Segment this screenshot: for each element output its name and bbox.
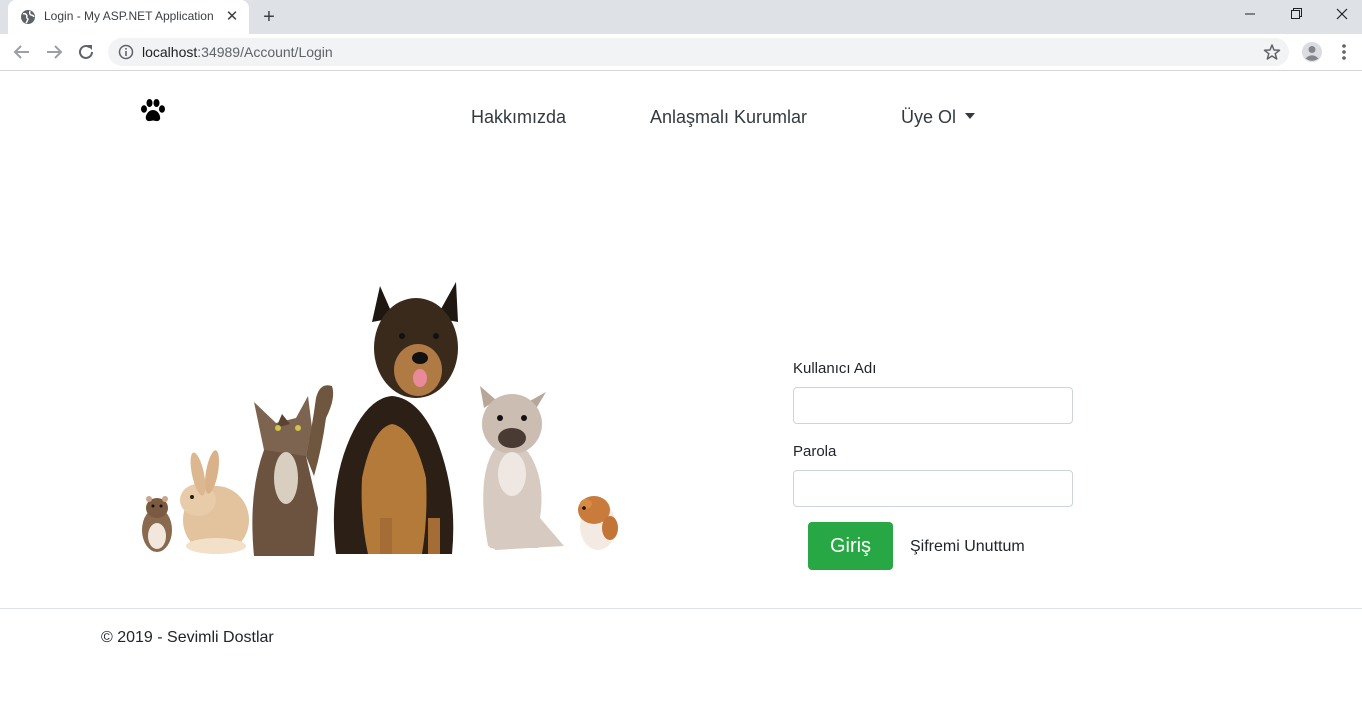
url-path: :34989/Account/Login: [197, 44, 333, 60]
restore-icon[interactable]: [1273, 0, 1319, 32]
hamster-right-image: [578, 496, 618, 550]
hamster-left-image: [142, 496, 172, 552]
forgot-password-link[interactable]: Şifremi Unuttum: [910, 538, 1025, 556]
browser-tabstrip: Login - My ASP.NET Application ✕ +: [0, 0, 1362, 34]
close-icon[interactable]: ✕: [224, 9, 240, 25]
login-button[interactable]: Giriş: [808, 522, 893, 570]
reload-icon[interactable]: [76, 42, 98, 62]
caret-down-icon: [965, 113, 976, 119]
back-arrow-icon[interactable]: [11, 42, 33, 62]
window-close-icon[interactable]: [1319, 0, 1362, 32]
forward-arrow-icon[interactable]: [43, 42, 65, 62]
tab-title: Login - My ASP.NET Application: [44, 9, 214, 23]
password-label: Parola: [793, 443, 837, 460]
bookmark-star-icon[interactable]: [1263, 43, 1281, 61]
url-host: localhost: [142, 44, 198, 60]
profile-avatar-icon[interactable]: [1301, 41, 1323, 63]
nav-dropdown-signup[interactable]: Üye Ol: [901, 107, 976, 128]
nav-signup-label: Üye Ol: [901, 107, 957, 127]
username-input[interactable]: [793, 387, 1073, 424]
kebab-menu-icon[interactable]: [1336, 42, 1352, 62]
paw-icon[interactable]: [139, 97, 167, 125]
pets-illustration: [142, 282, 618, 556]
minimize-icon[interactable]: [1227, 0, 1273, 32]
plus-icon[interactable]: +: [259, 7, 279, 27]
rabbit-image: [180, 450, 249, 554]
nav-link-partners[interactable]: Anlaşmalı Kurumlar: [650, 107, 807, 128]
toolbar-divider: [0, 70, 1362, 71]
browser-tab[interactable]: Login - My ASP.NET Application ✕: [8, 0, 249, 34]
password-input[interactable]: [793, 470, 1073, 507]
globe-icon: [20, 9, 36, 25]
footer-copyright: © 2019 - Sevimli Dostlar: [101, 629, 274, 646]
german-shepherd-image: [333, 282, 458, 554]
username-label: Kullanıcı Adı: [793, 360, 877, 377]
nav-link-about[interactable]: Hakkımızda: [471, 107, 566, 128]
info-icon[interactable]: [118, 44, 134, 60]
url-text[interactable]: localhost:34989/Account/Login: [142, 44, 333, 60]
french-bulldog-image: [480, 386, 564, 550]
address-bar[interactable]: localhost:34989/Account/Login: [108, 38, 1289, 66]
footer-divider: [0, 608, 1362, 609]
cat-image: [252, 385, 334, 556]
